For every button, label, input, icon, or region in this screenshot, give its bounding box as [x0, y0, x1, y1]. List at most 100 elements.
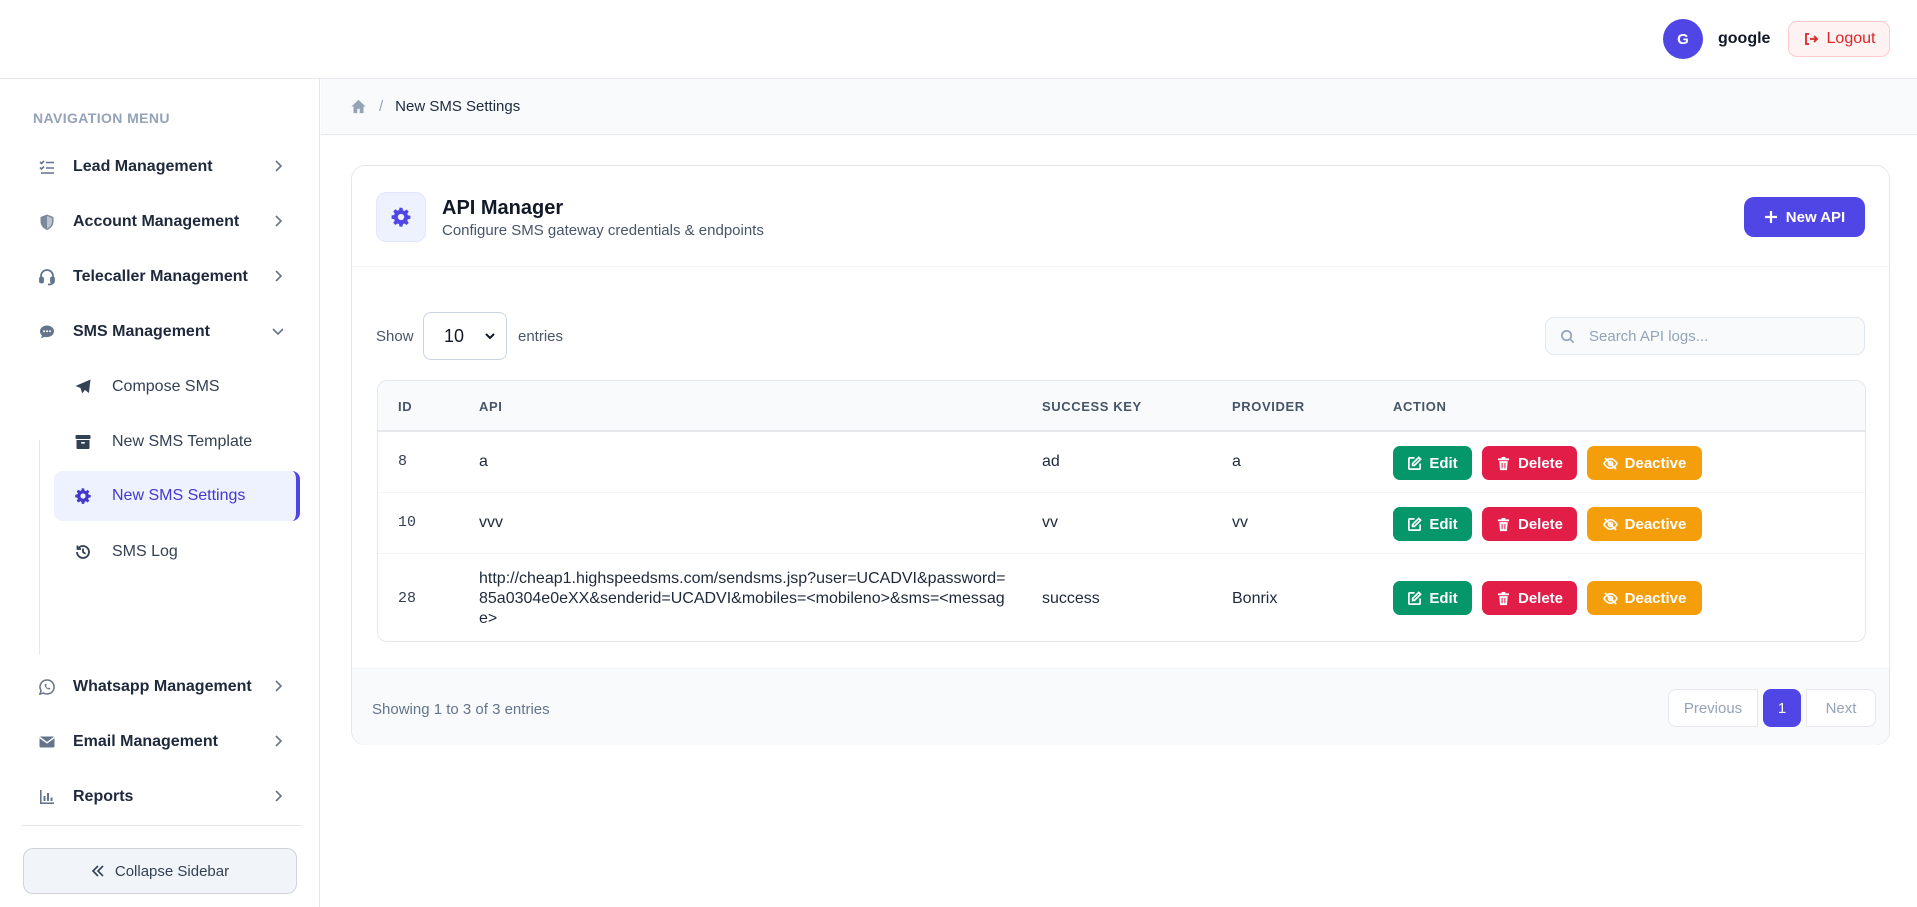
- nav-title: NAVIGATION MENU: [33, 110, 170, 126]
- new-api-label: New API: [1785, 208, 1846, 226]
- pagination-next[interactable]: Next: [1806, 689, 1876, 727]
- gear-icon: [376, 192, 426, 242]
- sidebar-item-label: Reports: [73, 788, 134, 805]
- new-api-button[interactable]: New API: [1744, 197, 1865, 237]
- column-header-action: ACTION: [1393, 399, 1447, 414]
- submenu-guide-line: [39, 440, 40, 655]
- sidebar-item-label: Lead Management: [73, 158, 213, 175]
- trash-icon: [1497, 456, 1510, 470]
- table-row: 28 http://cheap1.highspeedsms.com/sendsm…: [378, 554, 1865, 641]
- card-header: API Manager Configure SMS gateway creden…: [352, 166, 1889, 267]
- chevron-right-icon: [275, 270, 283, 282]
- logout-button[interactable]: Logout: [1788, 21, 1890, 57]
- sidebar-item-reports[interactable]: Reports: [30, 775, 300, 819]
- delete-button[interactable]: Delete: [1482, 507, 1577, 541]
- table-row: 8 a ad a Edit Delete Deactive: [378, 432, 1865, 493]
- collapse-sidebar-label: Collapse Sidebar: [114, 862, 230, 880]
- entries-per-page-select[interactable]: 10: [423, 312, 507, 360]
- deactive-button[interactable]: Deactive: [1587, 446, 1702, 480]
- edit-button[interactable]: Edit: [1393, 581, 1472, 615]
- headset-icon: [30, 267, 64, 287]
- breadcrumb-separator: /: [379, 98, 384, 115]
- delete-button[interactable]: Delete: [1482, 446, 1577, 480]
- deactive-button[interactable]: Deactive: [1587, 581, 1702, 615]
- trash-icon: [1497, 591, 1510, 605]
- list-check-icon: [30, 157, 64, 177]
- page-title: API Manager: [442, 197, 564, 219]
- search-input[interactable]: [1589, 327, 1849, 345]
- search-box: [1545, 317, 1865, 355]
- delete-button[interactable]: Delete: [1482, 581, 1577, 615]
- sidebar-subitem-compose-sms[interactable]: Compose SMS: [54, 362, 300, 412]
- sidebar-item-account-management[interactable]: Account Management: [30, 200, 300, 244]
- edit-label: Edit: [1429, 454, 1458, 472]
- breadcrumb: / New SMS Settings: [321, 79, 1917, 135]
- delete-label: Delete: [1517, 515, 1564, 533]
- edit-button[interactable]: Edit: [1393, 507, 1472, 541]
- breadcrumb-current: New SMS Settings: [395, 98, 521, 115]
- cell-api: http://cheap1.highspeedsms.com/sendsms.j…: [479, 570, 1006, 627]
- delete-label: Delete: [1517, 454, 1564, 472]
- table-header: ID API SUCCESS KEY PROVIDER ACTION: [378, 381, 1865, 432]
- deactive-label: Deactive: [1624, 589, 1687, 607]
- username: google: [1718, 30, 1771, 47]
- sidebar-subitem-sms-log[interactable]: SMS Log: [54, 527, 300, 577]
- cell-provider: a: [1232, 453, 1241, 470]
- show-label: Show: [376, 328, 414, 345]
- cell-id: 28: [398, 590, 417, 607]
- deactive-label: Deactive: [1624, 454, 1687, 472]
- edit-label: Edit: [1429, 515, 1458, 533]
- edit-icon: [1408, 455, 1423, 470]
- edit-icon: [1408, 590, 1423, 605]
- deactive-button[interactable]: Deactive: [1587, 507, 1702, 541]
- table-row: 10 vvv vv vv Edit Delete Deactive: [378, 493, 1865, 554]
- cell-success-key: success: [1042, 590, 1100, 607]
- chevron-right-icon: [275, 215, 283, 227]
- sidebar-item-whatsapp-management[interactable]: Whatsapp Management: [30, 665, 300, 709]
- chat-bubble-icon: [30, 322, 64, 342]
- history-icon: [74, 543, 96, 561]
- trash-icon: [1497, 517, 1510, 531]
- column-header-success-key[interactable]: SUCCESS KEY: [1042, 399, 1142, 414]
- edit-button[interactable]: Edit: [1393, 446, 1472, 480]
- page-subtitle: Configure SMS gateway credentials & endp…: [442, 222, 764, 239]
- sidebar-item-telecaller-management[interactable]: Telecaller Management: [30, 255, 300, 299]
- sidebar-item-sms-management[interactable]: SMS Management: [30, 310, 300, 354]
- chevron-right-icon: [275, 680, 283, 692]
- pagination-info: Showing 1 to 3 of 3 entries: [372, 701, 550, 718]
- sidebar-subitem-label: SMS Log: [112, 543, 178, 560]
- eye-slash-icon: [1602, 517, 1618, 531]
- avatar[interactable]: G: [1663, 19, 1703, 59]
- bar-chart-icon: [30, 787, 64, 807]
- cell-success-key: ad: [1042, 453, 1060, 470]
- whatsapp-icon: [30, 677, 64, 697]
- column-header-provider[interactable]: PROVIDER: [1232, 399, 1305, 414]
- sidebar-item-label: Whatsapp Management: [73, 678, 252, 695]
- pagination-page-1[interactable]: 1: [1763, 689, 1801, 727]
- logout-label: Logout: [1826, 30, 1876, 47]
- sidebar-subitem-label: New SMS Template: [112, 433, 253, 450]
- cell-api: a: [479, 453, 488, 470]
- cell-success-key: vv: [1042, 514, 1058, 531]
- delete-label: Delete: [1517, 589, 1564, 607]
- home-icon[interactable]: [350, 98, 367, 115]
- top-header: G google Logout: [0, 0, 1917, 79]
- column-header-id[interactable]: ID: [398, 399, 412, 414]
- gear-icon: [74, 487, 96, 505]
- collapse-sidebar-button[interactable]: Collapse Sidebar: [23, 848, 297, 894]
- plus-icon: [1764, 211, 1777, 223]
- sidebar-item-lead-management[interactable]: Lead Management: [30, 145, 300, 189]
- sidebar-subitem-new-sms-template[interactable]: New SMS Template: [54, 417, 300, 467]
- api-manager-card: API Manager Configure SMS gateway creden…: [351, 165, 1890, 745]
- eye-slash-icon: [1602, 456, 1618, 470]
- sidebar-item-email-management[interactable]: Email Management: [30, 720, 300, 764]
- chevron-down-icon: [485, 333, 495, 340]
- chevron-right-icon: [275, 735, 283, 747]
- sidebar-item-label: Email Management: [73, 733, 218, 750]
- sidebar-subitem-new-sms-settings[interactable]: New SMS Settings: [54, 471, 300, 521]
- sidebar-item-label: Telecaller Management: [73, 268, 248, 285]
- column-header-api[interactable]: API: [479, 399, 502, 414]
- cell-id: 10: [398, 514, 417, 531]
- sidebar-subitem-label: New SMS Settings: [112, 487, 246, 504]
- pagination-previous[interactable]: Previous: [1668, 689, 1758, 727]
